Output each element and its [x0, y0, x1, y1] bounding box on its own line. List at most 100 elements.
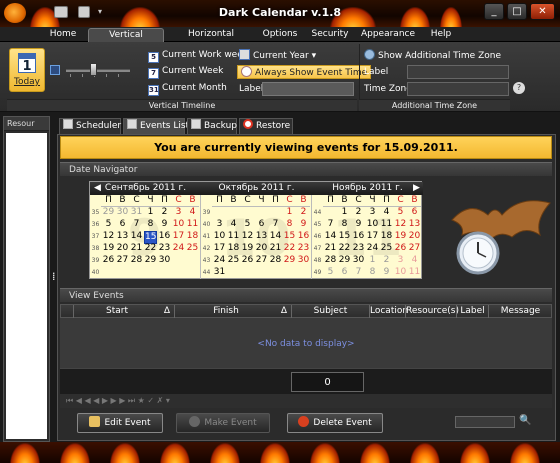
- calendar-day[interactable]: 24: [213, 255, 226, 266]
- calendar-day[interactable]: 4: [227, 219, 240, 230]
- calendar-day[interactable]: 7: [324, 219, 337, 230]
- calendar-day[interactable]: 15: [283, 231, 296, 242]
- calendar-day[interactable]: 18: [186, 231, 199, 242]
- calendar-day[interactable]: 13: [255, 231, 268, 242]
- calendar-day[interactable]: 31: [130, 207, 143, 218]
- calendar-day[interactable]: 11: [186, 219, 199, 230]
- calendar-day[interactable]: 23: [297, 243, 310, 254]
- calendar-day[interactable]: 1: [338, 207, 351, 218]
- tab-restore[interactable]: Restore: [239, 118, 293, 134]
- calendar-day[interactable]: 19: [241, 243, 254, 254]
- calendar-day[interactable]: 22: [283, 243, 296, 254]
- tab-appearance[interactable]: Appearance: [360, 28, 416, 42]
- calendar-day[interactable]: 17: [213, 243, 226, 254]
- calendar-day[interactable]: 27: [255, 255, 268, 266]
- calendar-day[interactable]: 6: [255, 219, 268, 230]
- calendar-day[interactable]: 1: [144, 207, 157, 218]
- calendar-day[interactable]: 25: [380, 243, 393, 254]
- calendar-day[interactable]: 30: [352, 255, 365, 266]
- calendar-day[interactable]: 26: [241, 255, 254, 266]
- current-work-week-button[interactable]: 5 Current Work week: [148, 49, 248, 63]
- calendar-day[interactable]: 19: [394, 231, 407, 242]
- delete-event-button[interactable]: Delete Event: [287, 413, 383, 433]
- calendar-day[interactable]: 14: [324, 231, 337, 242]
- calendar-day[interactable]: 4: [186, 207, 199, 218]
- tab-vertical-timeline[interactable]: Vertical Timeline: [88, 28, 164, 53]
- calendar-day[interactable]: 12: [394, 219, 407, 230]
- calendar-day[interactable]: 6: [338, 267, 351, 278]
- column-location[interactable]: Location: [369, 305, 408, 318]
- calendar-day[interactable]: 21: [269, 243, 282, 254]
- calendar-day[interactable]: 10: [172, 219, 185, 230]
- calendar-day[interactable]: 8: [338, 219, 351, 230]
- calendar-day[interactable]: 5: [241, 219, 254, 230]
- calendar-day[interactable]: 5: [324, 267, 337, 278]
- calendar-day[interactable]: 21: [324, 243, 337, 254]
- calendar-day[interactable]: 12: [241, 231, 254, 242]
- calendar-day[interactable]: 4: [380, 207, 393, 218]
- tab-backup[interactable]: Backup: [187, 118, 237, 134]
- calendar-day[interactable]: 27: [116, 255, 129, 266]
- column-resources[interactable]: Resource(s): [405, 305, 459, 318]
- calendar-day[interactable]: 11: [227, 231, 240, 242]
- calendar-day[interactable]: 7: [352, 267, 365, 278]
- calendar-day[interactable]: 18: [380, 231, 393, 242]
- find-field[interactable]: [455, 416, 515, 428]
- calendar-day[interactable]: 2: [297, 207, 310, 218]
- next-month-arrow[interactable]: ▶: [413, 183, 420, 193]
- calendar-day[interactable]: 30: [158, 255, 171, 266]
- column-label[interactable]: Label: [456, 305, 488, 318]
- calendar-day[interactable]: 29: [338, 255, 351, 266]
- calendar-day[interactable]: 6: [116, 219, 129, 230]
- calendar-day[interactable]: 31: [213, 267, 226, 278]
- calendar-day[interactable]: 30: [116, 207, 129, 218]
- calendar-day[interactable]: 12: [102, 231, 115, 242]
- calendar-day[interactable]: 24: [366, 243, 379, 254]
- data-navigator-bar[interactable]: ⏮ ◀ ◀ ◀ ▶ ▶ ▶ ⏭ ★ ✓ ✗ ▾: [60, 394, 552, 408]
- calendar-day[interactable]: 10: [213, 231, 226, 242]
- calendar-day[interactable]: 11: [380, 219, 393, 230]
- calendar-day[interactable]: 7: [130, 219, 143, 230]
- calendar-day[interactable]: 17: [366, 231, 379, 242]
- calendar-day[interactable]: 25: [186, 243, 199, 254]
- calendar-day[interactable]: 22: [144, 243, 157, 254]
- calendar-day[interactable]: 5: [102, 219, 115, 230]
- column-start[interactable]: Start: [73, 305, 160, 318]
- calendar-day[interactable]: 7: [269, 219, 282, 230]
- calendar-day[interactable]: 8: [144, 219, 157, 230]
- calendar-day[interactable]: 25: [227, 255, 240, 266]
- close-button[interactable]: ✕: [530, 3, 555, 20]
- calendar-day[interactable]: 1: [283, 207, 296, 218]
- calendar-day[interactable]: 14: [130, 231, 143, 242]
- tab-horizontal-timeline[interactable]: Horizontal Timeline: [168, 28, 254, 52]
- resources-list[interactable]: [6, 133, 47, 439]
- calendar-day[interactable]: 1: [366, 255, 379, 266]
- find-icon[interactable]: 🔍: [519, 415, 531, 426]
- calendar-day[interactable]: 16: [158, 231, 171, 242]
- time-zone-field[interactable]: [407, 82, 509, 96]
- calendar-day[interactable]: 2: [352, 207, 365, 218]
- calendar-day[interactable]: 8: [283, 219, 296, 230]
- always-show-event-time-button[interactable]: Always Show Event Time: [237, 65, 372, 79]
- calendar-day[interactable]: 9: [158, 219, 171, 230]
- show-additional-time-zone-button[interactable]: Show Additional Time Zone: [364, 49, 501, 62]
- calendar-day[interactable]: 16: [352, 231, 365, 242]
- previous-month-arrow[interactable]: ◀: [94, 183, 101, 193]
- calendar-day[interactable]: 2: [380, 255, 393, 266]
- calendar-day[interactable]: 10: [394, 267, 407, 278]
- make-event-button[interactable]: Make Event: [176, 413, 270, 433]
- label-field[interactable]: [262, 82, 354, 96]
- calendar-day[interactable]: 3: [394, 255, 407, 266]
- calendar-day[interactable]: 4: [408, 255, 421, 266]
- help-icon[interactable]: ?: [513, 82, 525, 94]
- tab-security[interactable]: Security: [308, 28, 352, 42]
- calendar-day[interactable]: 6: [408, 207, 421, 218]
- calendar-day[interactable]: 30: [297, 255, 310, 266]
- calendar-day[interactable]: 17: [172, 231, 185, 242]
- calendar-day[interactable]: 20: [408, 231, 421, 242]
- calendar-day[interactable]: 16: [297, 231, 310, 242]
- calendar-day[interactable]: 26: [394, 243, 407, 254]
- calendar-day[interactable]: 5: [394, 207, 407, 218]
- date-navigator[interactable]: Сентябрь 2011 г. Октябрь 2011 г. Ноябрь …: [89, 181, 423, 279]
- calendar-day[interactable]: 20: [116, 243, 129, 254]
